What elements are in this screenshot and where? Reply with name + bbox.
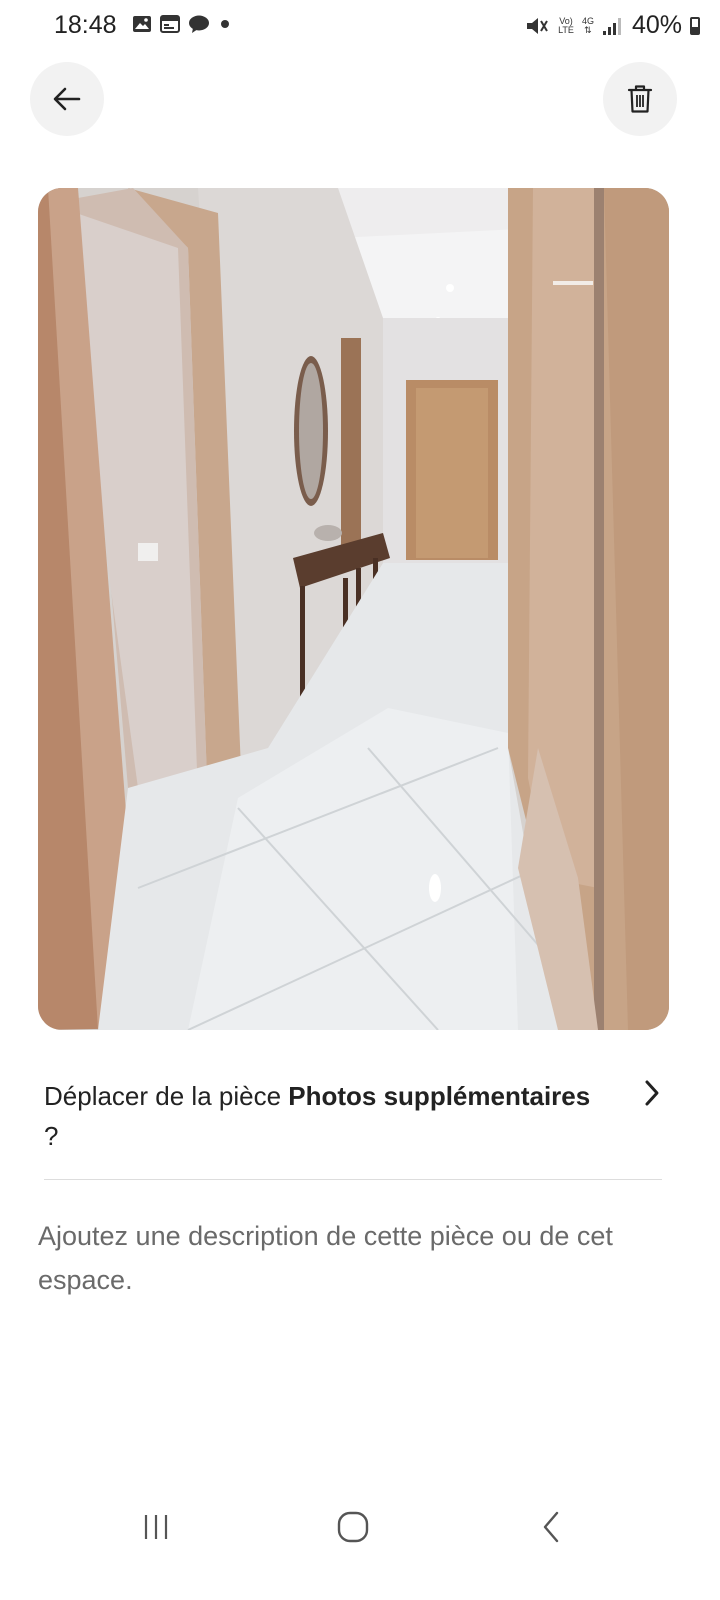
move-room-suffix: ? (44, 1121, 59, 1151)
notification-icons (132, 14, 232, 34)
navigation-bar (0, 1480, 720, 1600)
status-time: 18:48 (54, 11, 117, 39)
volte-indicator: Vo) LTE (558, 16, 574, 35)
battery-icon (690, 16, 700, 35)
system-icons: Vo) LTE 4G ⇅ 40% (524, 11, 700, 40)
signal-icon (602, 17, 621, 35)
description-field[interactable]: Ajoutez une description de cette pièce o… (38, 1214, 678, 1302)
delete-photo-button[interactable] (603, 62, 677, 136)
room-photo[interactable] (38, 188, 669, 1030)
back-button[interactable] (30, 62, 104, 136)
room-name: Photos supplémentaires (288, 1081, 591, 1111)
status-bar: 18:48 Vo) LTE 4G ⇅ 40% (0, 0, 720, 52)
trash-icon (627, 85, 653, 113)
recent-apps-icon (144, 1515, 168, 1539)
move-room-prefix: Déplacer de la pièce (44, 1081, 289, 1111)
chevron-right-icon (645, 1080, 659, 1106)
home-button[interactable] (313, 1504, 393, 1550)
divider (44, 1179, 662, 1180)
home-icon (337, 1511, 369, 1543)
dot-icon (221, 20, 229, 28)
volte-bottom-text: LTE (558, 24, 574, 35)
hallway-photo-drawing (38, 188, 669, 1030)
gallery-icon (133, 16, 151, 32)
move-room-text: Déplacer de la pièce Photos supplémentai… (44, 1076, 604, 1156)
data-indicator: 4G ⇅ (581, 15, 594, 35)
mute-icon (527, 17, 548, 34)
chat-icon (189, 15, 209, 33)
recent-apps-button[interactable] (116, 1504, 196, 1550)
system-back-button[interactable] (511, 1504, 591, 1550)
calendar-icon (160, 15, 180, 33)
arrow-left-icon (53, 87, 81, 111)
back-chevron-icon (543, 1511, 559, 1543)
move-room-row[interactable]: Déplacer de la pièce Photos supplémentai… (44, 1070, 662, 1180)
battery-percent: 40% (631, 11, 682, 39)
